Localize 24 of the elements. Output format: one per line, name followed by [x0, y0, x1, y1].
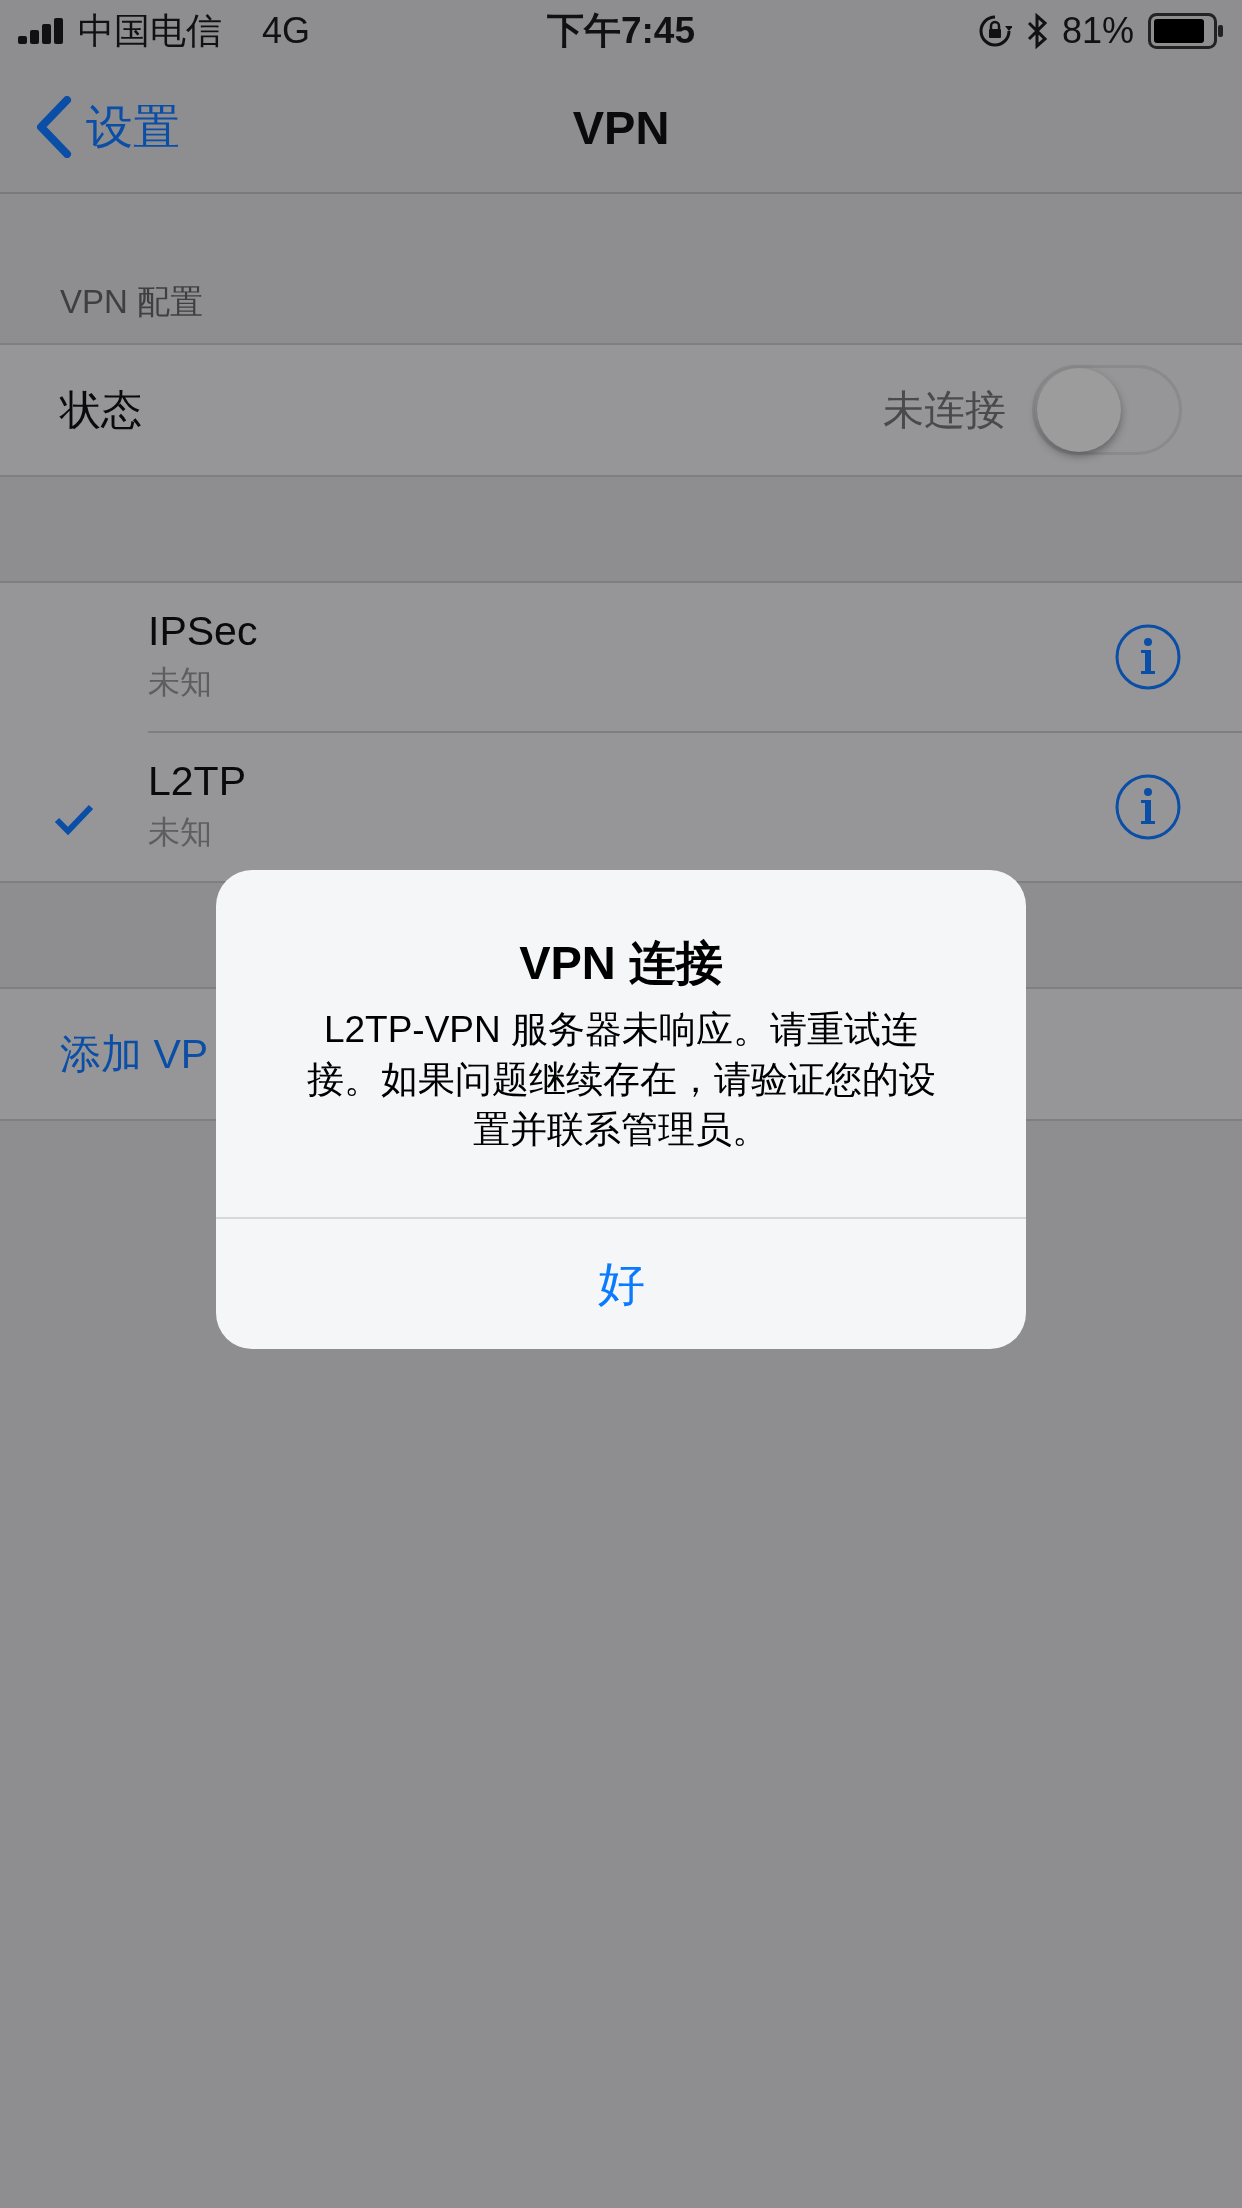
add-vpn-link[interactable]: 添加 VP: [60, 1026, 209, 1082]
alert-message: L2TP-VPN 服务器未响应。请重试连接。如果问题继续存在，请验证您的设置并联系管理员。: [305, 1008, 937, 1152]
network-type: 4G: [262, 10, 311, 52]
info-icon[interactable]: [1114, 622, 1182, 691]
battery-percent: 81%: [1061, 10, 1134, 52]
info-icon[interactable]: [1114, 772, 1182, 841]
status-time: 下午7:45: [546, 9, 696, 53]
vpn-name: L2TP: [148, 758, 246, 805]
vpn-status: 未知: [148, 663, 212, 702]
back-button[interactable]: 设置: [0, 95, 180, 159]
carrier-name: 中国电信: [78, 8, 222, 53]
vpn-name: IPSec: [148, 608, 258, 655]
alert-title: VPN 连接: [519, 935, 723, 991]
bluetooth-icon: [1025, 13, 1048, 49]
signal-icon: [18, 18, 66, 44]
chevron-left-icon: [36, 96, 72, 158]
battery-icon: [1148, 13, 1224, 49]
vpn-status: 未知: [148, 813, 212, 852]
section-header: VPN 配置: [59, 282, 205, 322]
status-label: 状态: [60, 385, 143, 435]
status-value: 未连接: [883, 385, 1006, 435]
nav-title: VPN: [572, 99, 670, 155]
ok-button[interactable]: 好: [216, 1217, 1026, 1349]
rotation-lock-icon: [977, 14, 1012, 48]
